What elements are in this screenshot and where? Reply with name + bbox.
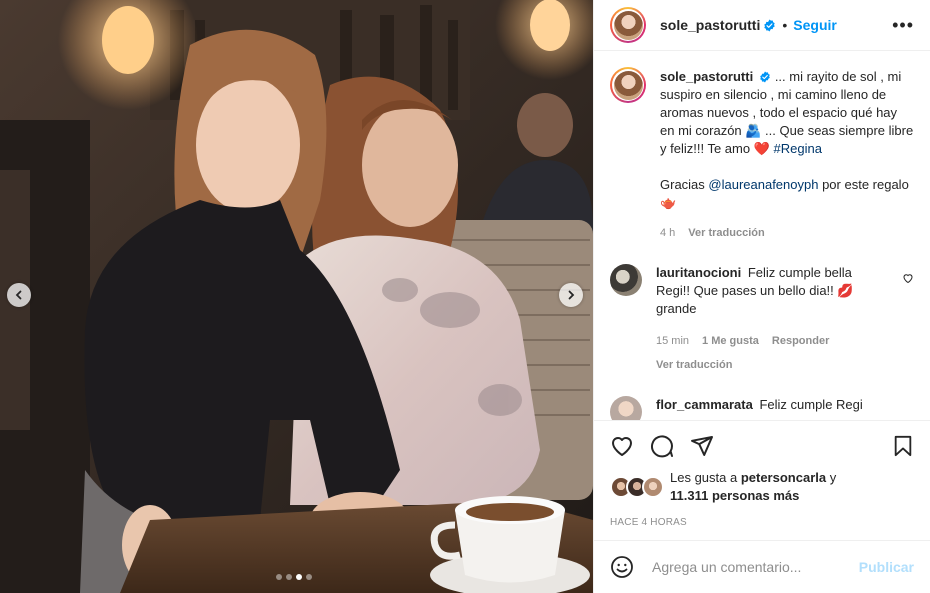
caption-username[interactable]: sole_pastorutti xyxy=(660,69,753,84)
carousel-dot xyxy=(286,574,292,580)
more-options-button[interactable]: ••• xyxy=(892,15,914,36)
post-actions: Les gusta a petersoncarla y 11.311 perso… xyxy=(594,420,930,540)
comment-username[interactable]: lauritanocioni xyxy=(656,265,741,280)
comment-time[interactable]: 15 min xyxy=(656,332,689,350)
verified-badge-icon xyxy=(764,19,776,31)
heart-emoji: ❤️ xyxy=(753,141,770,156)
likes-and: y xyxy=(826,470,837,485)
caption-time[interactable]: 4 h xyxy=(660,224,675,242)
carousel-next-button[interactable] xyxy=(559,283,583,307)
likes-text: Les gusta a petersoncarla y 11.311 perso… xyxy=(670,469,836,505)
comment-item: flor_cammarata Feliz cumple Regi xyxy=(610,396,914,420)
carousel-indicator xyxy=(276,574,312,580)
likes-prefix: Les gusta a xyxy=(670,470,741,485)
chevron-left-icon xyxy=(15,290,22,300)
post-dialog: sole_pastorutti • Seguir ••• sole_pastor… xyxy=(0,0,930,593)
bookmark-icon[interactable] xyxy=(892,435,914,457)
thanks-prefix: Gracias xyxy=(660,177,709,192)
separator-dot: • xyxy=(782,17,788,33)
comment-icon[interactable] xyxy=(650,434,674,458)
comment-likes[interactable]: 1 Me gusta xyxy=(702,332,759,350)
likes-summary: Les gusta a petersoncarla y 11.311 perso… xyxy=(610,469,914,505)
comment-username[interactable]: flor_cammarata xyxy=(656,397,753,412)
heart-icon[interactable] xyxy=(610,434,634,458)
follow-button[interactable]: Seguir xyxy=(793,17,837,33)
comment-translate-link[interactable]: Ver traducción xyxy=(656,356,888,374)
liker-avatars[interactable] xyxy=(610,476,664,498)
comment-input[interactable] xyxy=(650,558,843,576)
post-photo xyxy=(0,0,593,593)
post-side-panel: sole_pastorutti • Seguir ••• sole_pastor… xyxy=(593,0,930,593)
author-avatar[interactable] xyxy=(610,7,646,43)
carousel-dot xyxy=(306,574,312,580)
emoji-icon[interactable] xyxy=(610,555,634,579)
verified-badge-icon xyxy=(760,71,770,83)
liker-username[interactable]: petersoncarla xyxy=(741,470,826,485)
comment-text: Feliz cumple Regi xyxy=(759,397,863,412)
chevron-right-icon xyxy=(568,290,575,300)
post-header: sole_pastorutti • Seguir ••• xyxy=(594,0,930,51)
publish-button[interactable]: Publicar xyxy=(859,559,914,575)
post-media[interactable] xyxy=(0,0,593,593)
reply-button[interactable]: Responder xyxy=(772,332,829,350)
share-icon[interactable] xyxy=(690,434,714,458)
comment-composer: Publicar xyxy=(594,540,930,593)
mention-link[interactable]: @laureanafenoyph xyxy=(708,177,818,192)
comment-item: lauritanocioni Feliz cumple bella Regi!!… xyxy=(610,264,914,374)
action-icons xyxy=(610,421,914,465)
commenter-avatar[interactable] xyxy=(610,396,642,420)
post-timestamp[interactable]: HACE 4 HORAS xyxy=(610,517,914,528)
comments-section[interactable]: sole_pastorutti ... mi rayito de sol , m… xyxy=(594,51,930,420)
carousel-prev-button[interactable] xyxy=(7,283,31,307)
hashtag-link[interactable]: #Regina xyxy=(774,141,822,156)
caption-translate-link[interactable]: Ver traducción xyxy=(688,224,764,242)
caption: sole_pastorutti ... mi rayito de sol , m… xyxy=(610,67,914,242)
carousel-dot xyxy=(276,574,282,580)
caption-avatar[interactable] xyxy=(610,67,646,103)
carousel-dot-active xyxy=(296,574,302,580)
commenter-avatar[interactable] xyxy=(610,264,642,296)
author-username[interactable]: sole_pastorutti xyxy=(660,17,760,33)
likes-count[interactable]: 11.311 personas más xyxy=(670,488,799,503)
heart-icon[interactable] xyxy=(902,272,914,284)
